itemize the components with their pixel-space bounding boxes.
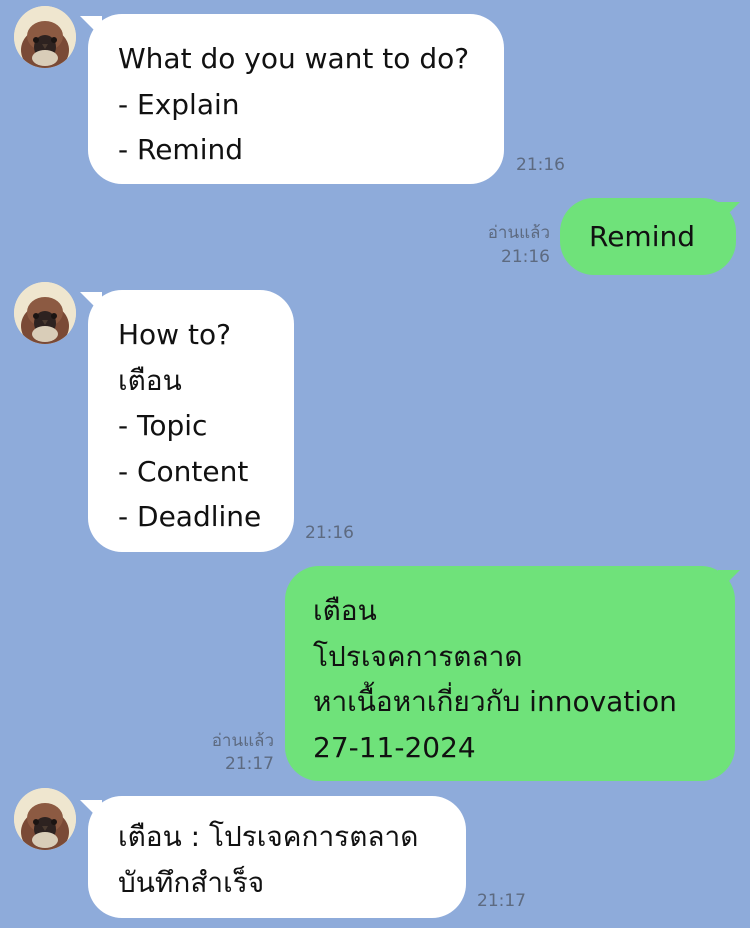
message-line: เตือน bbox=[313, 594, 377, 627]
incoming-message-bubble[interactable]: What do you want to do? - Explain - Remi… bbox=[88, 14, 504, 184]
bot-avatar[interactable] bbox=[14, 282, 76, 344]
sparrow-avatar-icon bbox=[14, 282, 76, 344]
message-line: Remind bbox=[589, 220, 695, 253]
message-line: - Explain bbox=[118, 87, 240, 121]
message-line: หาเนื้อหาเกี่ยวกับ innovation bbox=[313, 685, 677, 718]
message-timestamp: 21:16 bbox=[305, 523, 354, 543]
bot-avatar[interactable] bbox=[14, 788, 76, 850]
message-timestamp: 21:17 bbox=[477, 891, 526, 911]
message-line: เตือน bbox=[118, 363, 182, 397]
message-line: How to? bbox=[118, 318, 231, 351]
bot-avatar[interactable] bbox=[14, 6, 76, 68]
message-line: - Deadline bbox=[118, 500, 262, 533]
sparrow-avatar-icon bbox=[14, 6, 76, 68]
message-line: 27-11-2024 bbox=[313, 730, 476, 764]
message-line: บันทึกสำเร็จ bbox=[118, 865, 265, 899]
message-timestamp: 21:16 bbox=[501, 247, 550, 267]
message-line: What do you want to do? bbox=[118, 42, 470, 75]
read-receipt: อ่านแล้ว bbox=[487, 223, 550, 243]
sparrow-avatar-icon bbox=[14, 788, 76, 850]
incoming-message-bubble[interactable]: How to? เตือน - Topic - Content - Deadli… bbox=[88, 290, 294, 552]
message-timestamp: 21:16 bbox=[516, 155, 565, 175]
message-line: - Topic bbox=[118, 409, 208, 442]
read-receipt: อ่านแล้ว bbox=[211, 731, 274, 751]
outgoing-message-bubble[interactable]: Remind bbox=[560, 198, 736, 275]
message-line: โปรเจคการตลาด bbox=[313, 639, 523, 673]
message-line: - Remind bbox=[118, 133, 244, 166]
outgoing-message-bubble[interactable]: เตือน โปรเจคการตลาด หาเนื้อหาเกี่ยวกับ i… bbox=[285, 566, 735, 781]
incoming-message-bubble[interactable]: เตือน : โปรเจคการตลาด บันทึกสำเร็จ bbox=[88, 796, 466, 918]
chat-view[interactable]: What do you want to do? - Explain - Remi… bbox=[0, 0, 750, 928]
message-line: - Content bbox=[118, 454, 249, 488]
message-line: เตือน : โปรเจคการตลาด bbox=[118, 820, 419, 853]
message-timestamp: 21:17 bbox=[225, 754, 274, 774]
